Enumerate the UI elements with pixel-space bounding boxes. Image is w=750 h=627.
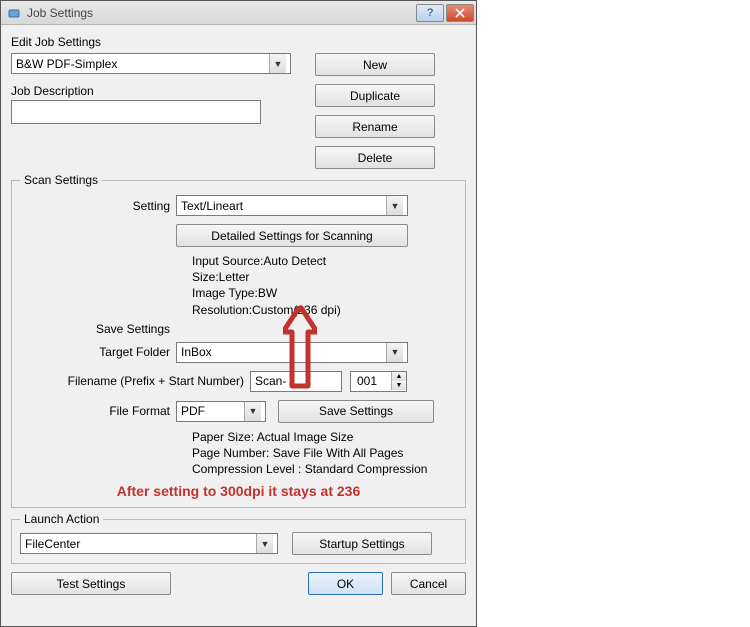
chevron-up-icon: ▲ (392, 372, 406, 381)
filename-prefix-input[interactable]: Scan- (250, 371, 342, 392)
resolution-text: Resolution:Custom(236 dpi) (192, 302, 457, 318)
launch-legend: Launch Action (20, 512, 103, 526)
input-source-text: Input Source:Auto Detect (192, 253, 457, 269)
page-number-text: Page Number: Save File With All Pages (192, 445, 457, 461)
window-title: Job Settings (27, 6, 414, 20)
job-select[interactable]: B&W PDF-Simplex ▼ (11, 53, 291, 74)
file-format-select[interactable]: PDF ▼ (176, 401, 266, 422)
chevron-down-icon: ▼ (386, 343, 403, 362)
filename-label: Filename (Prefix + Start Number) (20, 374, 244, 388)
edit-job-label: Edit Job Settings (11, 35, 466, 49)
close-icon (455, 8, 465, 18)
save-settings-button[interactable]: Save Settings (278, 400, 434, 423)
target-folder-value: InBox (181, 345, 212, 359)
save-settings-label: Save Settings (20, 322, 170, 336)
compression-text: Compression Level : Standard Compression (192, 461, 457, 477)
launch-action-group: Launch Action FileCenter ▼ Startup Setti… (11, 512, 466, 564)
job-select-value: B&W PDF-Simplex (16, 57, 117, 71)
close-button[interactable] (446, 4, 474, 22)
paper-size-text: Paper Size: Actual Image Size (192, 429, 457, 445)
description-label: Job Description (11, 84, 291, 98)
target-folder-label: Target Folder (20, 345, 170, 359)
chevron-down-icon: ▼ (256, 534, 273, 553)
scan-info: Input Source:Auto Detect Size:Letter Ima… (192, 253, 457, 318)
launch-select[interactable]: FileCenter ▼ (20, 533, 278, 554)
launch-value: FileCenter (25, 537, 80, 551)
dialog-window: Job Settings ? Edit Job Settings B&W PDF… (0, 0, 477, 627)
startup-settings-button[interactable]: Startup Settings (292, 532, 432, 555)
save-info: Paper Size: Actual Image Size Page Numbe… (192, 429, 457, 478)
setting-value: Text/Lineart (181, 199, 243, 213)
scan-settings-group: Scan Settings Setting Text/Lineart ▼ Det… (11, 173, 466, 508)
chevron-down-icon: ▼ (386, 196, 403, 215)
annotation-text: After setting to 300dpi it stays at 236 (20, 483, 457, 499)
ok-button[interactable]: OK (308, 572, 383, 595)
help-button[interactable]: ? (416, 4, 444, 22)
filename-number-spinner[interactable]: 001 ▲▼ (350, 371, 407, 392)
rename-button[interactable]: Rename (315, 115, 435, 138)
dialog-content: Edit Job Settings B&W PDF-Simplex ▼ Job … (1, 25, 476, 603)
file-format-label: File Format (20, 404, 170, 418)
chevron-down-icon: ▼ (244, 402, 261, 421)
titlebar: Job Settings ? (1, 1, 476, 25)
description-input[interactable] (11, 100, 261, 124)
filename-number-value: 001 (351, 374, 391, 388)
image-type-text: Image Type:BW (192, 285, 457, 301)
spinner-arrows[interactable]: ▲▼ (391, 372, 406, 390)
new-button[interactable]: New (315, 53, 435, 76)
chevron-down-icon: ▼ (269, 54, 286, 73)
setting-select[interactable]: Text/Lineart ▼ (176, 195, 408, 216)
setting-label: Setting (20, 199, 170, 213)
filename-prefix-value: Scan- (255, 374, 286, 388)
cancel-button[interactable]: Cancel (391, 572, 466, 595)
test-settings-button[interactable]: Test Settings (11, 572, 171, 595)
scan-legend: Scan Settings (20, 173, 102, 187)
detailed-settings-button[interactable]: Detailed Settings for Scanning (176, 224, 408, 247)
delete-button[interactable]: Delete (315, 146, 435, 169)
target-folder-select[interactable]: InBox ▼ (176, 342, 408, 363)
size-text: Size:Letter (192, 269, 457, 285)
file-format-value: PDF (181, 404, 205, 418)
duplicate-button[interactable]: Duplicate (315, 84, 435, 107)
chevron-down-icon: ▼ (392, 381, 406, 390)
app-icon (7, 6, 21, 20)
